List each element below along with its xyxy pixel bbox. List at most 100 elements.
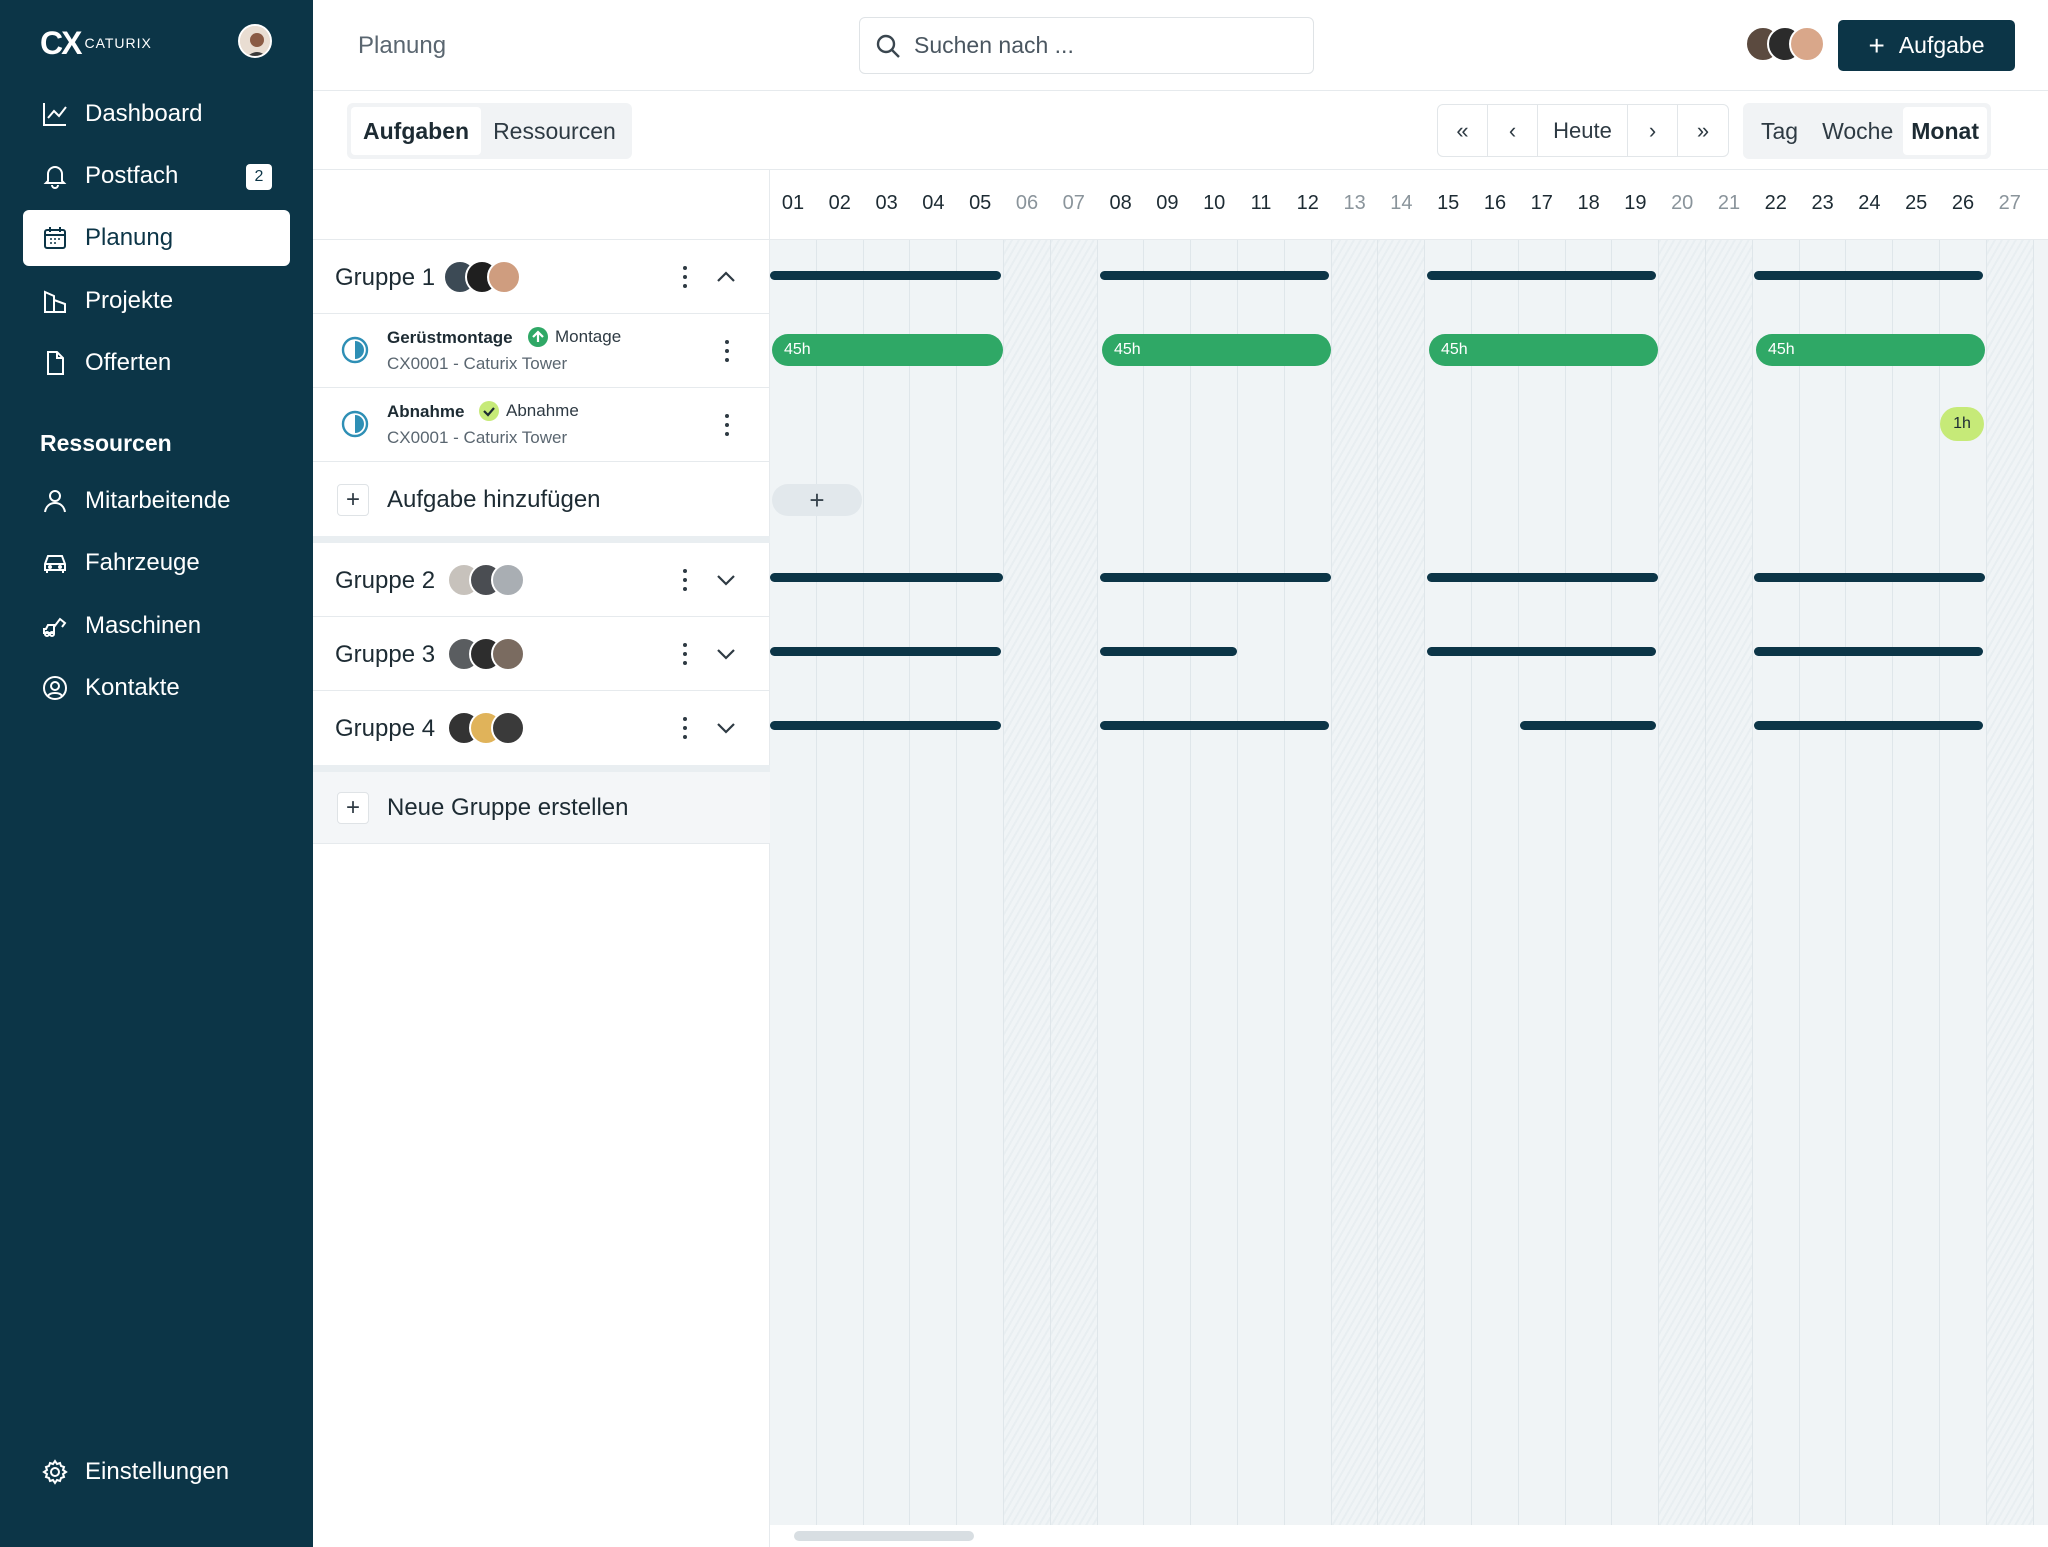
day-column[interactable]: [1191, 240, 1238, 1525]
day-column[interactable]: [1378, 240, 1426, 1525]
group-span-bar[interactable]: [1754, 647, 1983, 656]
caturix-logo[interactable]: CX CATURIX: [40, 25, 152, 61]
task-row[interactable]: Gerüstmontage Montage CX0001 - Caturix T…: [313, 314, 770, 388]
new-group-label: Neue Gruppe erstellen: [387, 794, 629, 821]
task-list: Gruppe 1 Gerüstmontage Montage CX0001 - …: [313, 170, 770, 1547]
day-column[interactable]: [1331, 240, 1379, 1525]
task-bar[interactable]: 45h: [1756, 334, 1985, 366]
more-icon[interactable]: [681, 643, 689, 665]
day-column[interactable]: [2033, 240, 2048, 1525]
group-span-bar[interactable]: [1100, 573, 1331, 582]
day-column[interactable]: [1144, 240, 1192, 1525]
sidebar-item-maschinen[interactable]: Maschinen: [23, 598, 290, 654]
team-avatars[interactable]: [1745, 26, 1825, 64]
user-avatar[interactable]: [238, 24, 272, 58]
day-column[interactable]: [1612, 240, 1660, 1525]
add-task-row[interactable]: + Aufgabe hinzufügen: [313, 462, 770, 536]
group-row-3[interactable]: Gruppe 3: [313, 617, 770, 691]
group-span-bar[interactable]: [770, 721, 1001, 730]
day-column[interactable]: [816, 240, 864, 1525]
task-row[interactable]: Abnahme Abnahme CX0001 - Caturix Tower: [313, 388, 770, 462]
more-icon[interactable]: [723, 414, 731, 436]
task-bar[interactable]: 45h: [772, 334, 1003, 366]
day-column[interactable]: [1706, 240, 1753, 1525]
group-span-bar[interactable]: [770, 573, 1003, 582]
chevron-down-icon[interactable]: [715, 717, 737, 739]
sidebar-item-einstellungen[interactable]: Einstellungen: [23, 1444, 290, 1500]
day-column[interactable]: [1893, 240, 1940, 1525]
sidebar-item-dashboard[interactable]: Dashboard: [23, 86, 290, 142]
group-row-4[interactable]: Gruppe 4: [313, 691, 770, 765]
day-column[interactable]: [1846, 240, 1894, 1525]
add-task-slot-button[interactable]: +: [772, 484, 862, 516]
sidebar-item-planung[interactable]: Planung: [23, 210, 290, 266]
group-span-bar[interactable]: [770, 647, 1001, 656]
group-span-bar[interactable]: [1427, 573, 1658, 582]
group-span-bar[interactable]: [1100, 647, 1237, 656]
more-icon[interactable]: [681, 569, 689, 591]
group-span-bar[interactable]: [1754, 573, 1985, 582]
more-icon[interactable]: [723, 340, 731, 362]
search-input[interactable]: [914, 32, 1294, 59]
last-page-button[interactable]: »: [1678, 105, 1728, 156]
view-monat[interactable]: Monat: [1903, 107, 1987, 155]
sidebar-item-postfach[interactable]: Postfach 2: [23, 148, 290, 204]
group-span-bar[interactable]: [1520, 721, 1656, 730]
day-label: 18: [1577, 192, 1600, 214]
group-span-bar[interactable]: [1754, 271, 1983, 280]
day-column[interactable]: [1004, 240, 1051, 1525]
day-column[interactable]: [1472, 240, 1519, 1525]
day-column[interactable]: [910, 240, 958, 1525]
chevron-up-icon[interactable]: [715, 266, 737, 288]
horizontal-scrollbar[interactable]: [794, 1531, 974, 1541]
day-column[interactable]: [1986, 240, 2034, 1525]
day-column[interactable]: [1238, 240, 1285, 1525]
new-group-row[interactable]: + Neue Gruppe erstellen: [313, 772, 770, 844]
view-tabs: Aufgaben Ressourcen: [347, 103, 632, 159]
task-bar[interactable]: 45h: [1429, 334, 1658, 366]
day-column[interactable]: [1284, 240, 1332, 1525]
day-column[interactable]: [1659, 240, 1706, 1525]
day-column[interactable]: [863, 240, 911, 1525]
group-span-bar[interactable]: [770, 271, 1001, 280]
sidebar-item-offerten[interactable]: Offerten: [23, 335, 290, 391]
first-page-button[interactable]: «: [1438, 105, 1488, 156]
group-span-bar[interactable]: [1100, 271, 1329, 280]
view-tag[interactable]: Tag: [1747, 107, 1812, 155]
task-bar[interactable]: 1h: [1940, 407, 1984, 441]
group-span-bar[interactable]: [1427, 647, 1656, 656]
day-column[interactable]: [1752, 240, 1800, 1525]
sidebar-item-fahrzeuge[interactable]: Fahrzeuge: [23, 535, 290, 591]
sidebar-item-label: Mitarbeitende: [85, 487, 231, 514]
tab-ressourcen[interactable]: Ressourcen: [481, 107, 628, 155]
day-column[interactable]: [1565, 240, 1613, 1525]
day-column[interactable]: [1518, 240, 1566, 1525]
group-span-bar[interactable]: [1427, 271, 1656, 280]
today-button[interactable]: Heute: [1538, 105, 1628, 156]
day-column[interactable]: [1050, 240, 1098, 1525]
day-column[interactable]: [1425, 240, 1472, 1525]
group-row-1[interactable]: Gruppe 1: [313, 240, 770, 314]
add-task-button[interactable]: + Aufgabe: [1838, 20, 2015, 71]
day-column[interactable]: [1799, 240, 1847, 1525]
day-column[interactable]: [1097, 240, 1145, 1525]
group-span-bar[interactable]: [1754, 721, 1983, 730]
day-column[interactable]: [957, 240, 1004, 1525]
day-column[interactable]: [770, 240, 817, 1525]
sidebar-item-kontakte[interactable]: Kontakte: [23, 660, 290, 716]
task-bar[interactable]: 45h: [1102, 334, 1331, 366]
more-icon[interactable]: [681, 717, 689, 739]
tab-aufgaben[interactable]: Aufgaben: [351, 107, 482, 155]
sidebar-item-projekte[interactable]: Projekte: [23, 273, 290, 329]
chevron-down-icon[interactable]: [715, 643, 737, 665]
next-button[interactable]: ›: [1628, 105, 1678, 156]
day-label: 14: [1390, 192, 1413, 214]
view-woche[interactable]: Woche: [1812, 107, 1903, 155]
prev-button[interactable]: ‹: [1488, 105, 1538, 156]
search-box[interactable]: [859, 17, 1314, 74]
chevron-down-icon[interactable]: [715, 569, 737, 591]
sidebar-item-mitarbeitende[interactable]: Mitarbeitende: [23, 473, 290, 529]
group-row-2[interactable]: Gruppe 2: [313, 543, 770, 617]
group-span-bar[interactable]: [1100, 721, 1329, 730]
more-icon[interactable]: [681, 266, 689, 288]
